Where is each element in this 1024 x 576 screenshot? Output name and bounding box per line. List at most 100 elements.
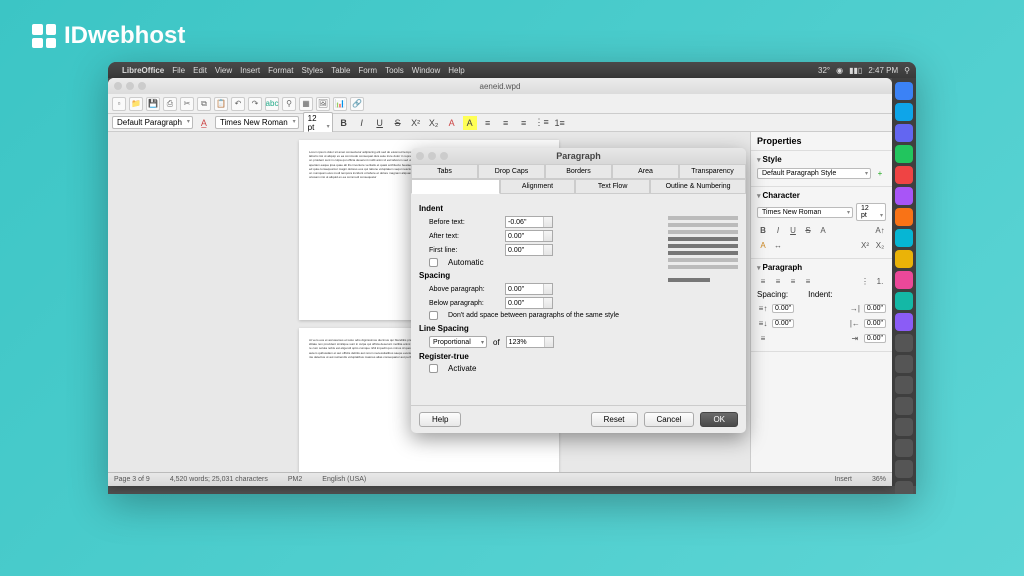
reset-button[interactable]: Reset (591, 412, 638, 427)
dialog-titlebar[interactable]: Paragraph (411, 148, 746, 164)
numbering-icon[interactable]: 1≡ (553, 116, 567, 130)
help-button[interactable]: Help (419, 412, 461, 427)
cut-icon[interactable]: ✂ (180, 97, 194, 111)
italic-button[interactable]: I (355, 116, 369, 130)
after-indent-spin[interactable]: 0.00" (864, 319, 886, 328)
dock-app-icon[interactable] (895, 355, 913, 373)
menu-table[interactable]: Table (331, 66, 350, 75)
status-page[interactable]: Page 3 of 9 (114, 476, 150, 483)
strike-icon[interactable]: S (802, 224, 814, 236)
redo-icon[interactable]: ↷ (248, 97, 262, 111)
after-text-input[interactable]: 0.00" (505, 230, 553, 242)
search-icon[interactable]: ⚲ (904, 66, 910, 75)
subscript-button[interactable]: X₂ (427, 116, 441, 130)
align-right-icon[interactable]: ≡ (787, 275, 799, 287)
below-para-input[interactable]: 0.00" (505, 297, 553, 309)
bullets-icon[interactable]: ⋮ (859, 275, 871, 287)
find-icon[interactable]: ⚲ (282, 97, 296, 111)
status-insert[interactable]: Insert (834, 476, 852, 483)
dock-app-icon[interactable] (895, 481, 913, 494)
dock-app-icon[interactable] (895, 271, 913, 289)
subscript-icon[interactable]: X₂ (874, 239, 886, 251)
dont-add-space-checkbox[interactable] (429, 311, 438, 320)
dock-app-icon[interactable] (895, 418, 913, 436)
print-icon[interactable]: ⎙ (163, 97, 177, 111)
dock-app-icon[interactable] (895, 376, 913, 394)
menu-insert[interactable]: Insert (240, 66, 260, 75)
tab-tabs[interactable]: Tabs (411, 164, 478, 179)
update-style-icon[interactable]: A̲ (197, 116, 211, 130)
menu-window[interactable]: Window (412, 66, 440, 75)
font-color-icon[interactable]: A (817, 224, 829, 236)
highlight-icon[interactable]: A (757, 239, 769, 251)
line-spacing-icon[interactable]: ≡ (757, 332, 769, 344)
copy-icon[interactable]: ⧉ (197, 97, 211, 111)
align-left-icon[interactable]: ≡ (481, 116, 495, 130)
superscript-icon[interactable]: X² (859, 239, 871, 251)
inc-spacing-icon[interactable]: ≡↑ (757, 302, 769, 314)
activate-checkbox[interactable] (429, 364, 438, 373)
cancel-button[interactable]: Cancel (644, 412, 695, 427)
menu-form[interactable]: Form (358, 66, 377, 75)
numbering-icon[interactable]: 1. (874, 275, 886, 287)
paragraph-style-combo[interactable]: Default Paragraph (112, 116, 193, 129)
dock-app-icon[interactable] (895, 292, 913, 310)
ok-button[interactable]: OK (700, 412, 738, 427)
wifi-icon[interactable]: ◉ (836, 66, 843, 75)
dock-app-icon[interactable] (895, 187, 913, 205)
font-name-combo[interactable]: Times New Roman (215, 116, 299, 129)
char-size-combo[interactable]: 12 pt (856, 203, 886, 221)
dock-app-icon[interactable] (895, 145, 913, 163)
image-icon[interactable]: 🖼 (316, 97, 330, 111)
inc-indent-icon[interactable]: →| (849, 302, 861, 314)
firstline-indent-spin[interactable]: 0.00" (864, 334, 886, 343)
macos-dock[interactable] (892, 78, 916, 486)
dec-spacing-icon[interactable]: ≡↓ (757, 317, 769, 329)
chart-icon[interactable]: 📊 (333, 97, 347, 111)
dock-app-icon[interactable] (895, 82, 913, 100)
tab-dropcaps[interactable]: Drop Caps (478, 164, 545, 179)
above-para-input[interactable]: 0.00" (505, 283, 553, 295)
status-zoom[interactable]: 36% (872, 476, 886, 483)
menu-edit[interactable]: Edit (193, 66, 207, 75)
dec-indent-icon[interactable]: |← (849, 317, 861, 329)
align-right-icon[interactable]: ≡ (517, 116, 531, 130)
before-text-input[interactable]: -0.06" (505, 216, 553, 228)
line-spacing-value[interactable]: 123% (506, 336, 554, 348)
tab-textflow[interactable]: Text Flow (575, 179, 650, 194)
dock-app-icon[interactable] (895, 229, 913, 247)
tab-transparency[interactable]: Transparency (679, 164, 746, 179)
strike-button[interactable]: S (391, 116, 405, 130)
dock-app-icon[interactable] (895, 208, 913, 226)
underline-button[interactable]: U (373, 116, 387, 130)
status-language[interactable]: English (USA) (322, 476, 366, 483)
bold-button[interactable]: B (337, 116, 351, 130)
underline-icon[interactable]: U (787, 224, 799, 236)
bold-icon[interactable]: B (757, 224, 769, 236)
dock-app-icon[interactable] (895, 439, 913, 457)
char-font-combo[interactable]: Times New Roman (757, 207, 853, 218)
above-spacing-spin[interactable]: 0.00" (772, 304, 794, 313)
align-left-icon[interactable]: ≡ (757, 275, 769, 287)
tab-borders[interactable]: Borders (545, 164, 612, 179)
dock-app-icon[interactable] (895, 313, 913, 331)
status-wordcount[interactable]: 4,520 words; 25,031 characters (170, 476, 268, 483)
traffic-lights[interactable] (114, 82, 146, 90)
spellcheck-icon[interactable]: abc (265, 97, 279, 111)
superscript-button[interactable]: X² (409, 116, 423, 130)
before-indent-spin[interactable]: 0.00" (864, 304, 886, 313)
menu-styles[interactable]: Styles (301, 66, 323, 75)
undo-icon[interactable]: ↶ (231, 97, 245, 111)
first-line-input[interactable]: 0.00" (505, 244, 553, 256)
window-titlebar[interactable]: aeneid.wpd (108, 78, 892, 94)
bullets-icon[interactable]: ⋮≡ (535, 116, 549, 130)
open-icon[interactable]: 📁 (129, 97, 143, 111)
tab-indents-spacing[interactable] (411, 179, 500, 194)
align-center-icon[interactable]: ≡ (499, 116, 513, 130)
dock-app-icon[interactable] (895, 124, 913, 142)
italic-icon[interactable]: I (772, 224, 784, 236)
tab-alignment[interactable]: Alignment (500, 179, 575, 194)
style-combo[interactable]: Default Paragraph Style (757, 168, 871, 179)
save-icon[interactable]: 💾 (146, 97, 160, 111)
char-spacing-icon[interactable]: ↔ (772, 239, 784, 251)
